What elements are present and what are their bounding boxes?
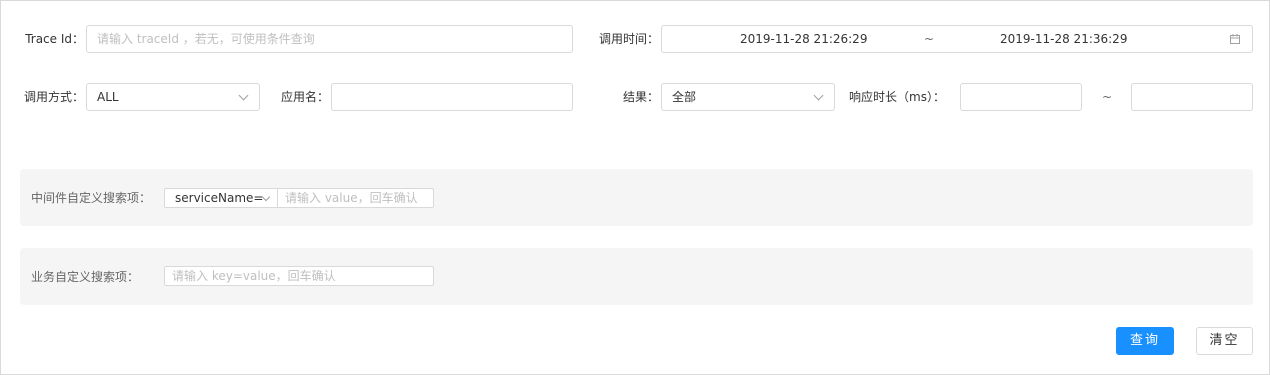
- search-form: Trace Id： 请输入 traceId ，若无，可使用条件查询 调用时间： …: [0, 0, 1270, 375]
- duration-max-input[interactable]: [1131, 83, 1253, 111]
- call-method-select[interactable]: ALL: [86, 83, 260, 111]
- call-time-label: 调用时间：: [598, 32, 659, 46]
- business-search-label: 业务自定义搜索项：: [31, 270, 140, 284]
- business-search-placeholder: 请输入 key=value，回车确认: [172, 269, 336, 283]
- call-method-value: ALL: [97, 90, 119, 104]
- app-name-label: 应用名：: [280, 90, 329, 104]
- result-select[interactable]: 全部: [661, 83, 835, 111]
- result-value: 全部: [672, 90, 697, 104]
- result-label: 结果：: [622, 90, 659, 104]
- trace-id-label: Trace Id：: [25, 32, 84, 46]
- trace-id-input[interactable]: 请输入 traceId ，若无，可使用条件查询: [86, 25, 573, 53]
- duration-min-input[interactable]: [960, 83, 1082, 111]
- duration-range-separator: ~: [1101, 90, 1113, 104]
- calendar-icon: [1230, 34, 1240, 44]
- trace-id-placeholder: 请输入 traceId ，若无，可使用条件查询: [97, 32, 315, 46]
- call-method-label: 调用方式：: [23, 90, 84, 104]
- middleware-key-value: serviceName=: [175, 191, 264, 205]
- call-time-range-picker[interactable]: 2019-11-28 21:26:29 ~ 2019-11-28 21:36:2…: [661, 25, 1253, 53]
- middleware-search-label: 中间件自定义搜索项：: [31, 191, 152, 205]
- app-name-input[interactable]: [331, 83, 573, 111]
- query-button[interactable]: 查询: [1116, 327, 1174, 355]
- time-range-separator: ~: [924, 32, 935, 46]
- middleware-value-placeholder: 请输入 value，回车确认: [285, 191, 418, 205]
- middleware-key-select[interactable]: serviceName=: [164, 188, 278, 208]
- chevron-down-icon: [813, 90, 824, 101]
- middleware-value-input[interactable]: 请输入 value，回车确认: [277, 188, 434, 208]
- middleware-search-panel: 中间件自定义搜索项： serviceName= 请输入 value，回车确认: [20, 169, 1253, 226]
- business-search-panel: 业务自定义搜索项： 请输入 key=value，回车确认: [20, 248, 1253, 305]
- start-time-value[interactable]: 2019-11-28 21:26:29: [740, 26, 867, 52]
- response-duration-label: 响应时长（ms）：: [849, 90, 945, 104]
- business-search-input[interactable]: 请输入 key=value，回车确认: [164, 266, 434, 286]
- end-time-value[interactable]: 2019-11-28 21:36:29: [1000, 26, 1127, 52]
- clear-button[interactable]: 清空: [1196, 327, 1253, 355]
- chevron-down-icon: [238, 90, 249, 101]
